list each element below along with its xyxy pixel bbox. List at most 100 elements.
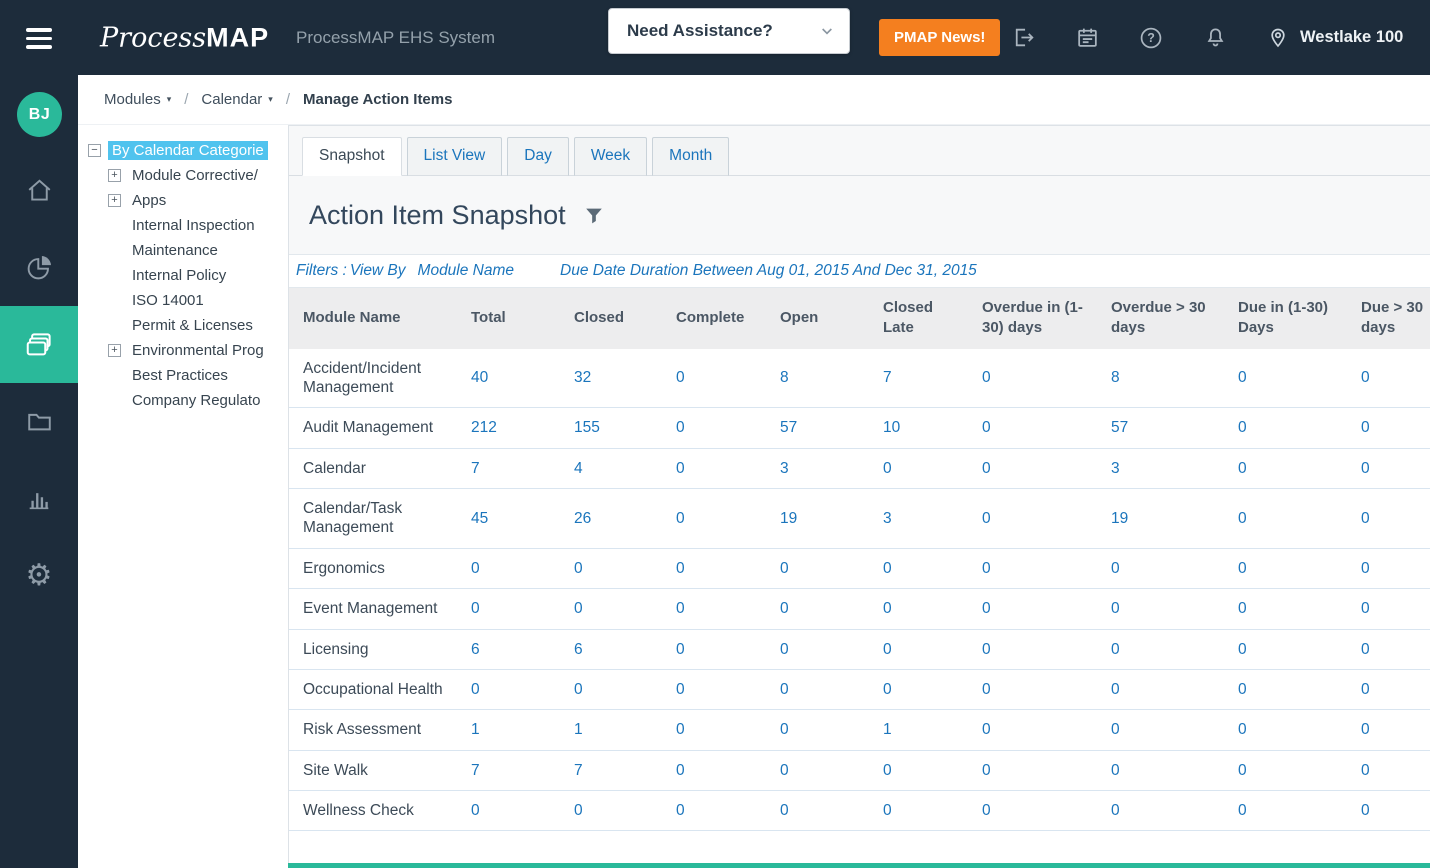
count-cell[interactable]: 0 [873,750,972,792]
tree-item-maintenance[interactable]: Maintenance [78,238,288,263]
count-cell[interactable]: 0 [564,669,666,711]
breadcrumb-calendar[interactable]: Calendar ▾ [201,91,272,108]
count-cell[interactable]: 8 [770,348,873,409]
count-cell[interactable]: 0 [564,548,666,590]
count-cell[interactable]: 0 [666,790,770,832]
filter-funnel-icon[interactable] [583,205,605,227]
count-cell[interactable]: 0 [461,790,564,832]
count-cell[interactable]: 0 [666,348,770,409]
tab-snapshot[interactable]: Snapshot [302,137,402,176]
count-cell[interactable]: 0 [972,750,1101,792]
count-cell[interactable]: 0 [873,588,972,630]
logout-icon[interactable] [1010,25,1036,51]
count-cell[interactable]: 7 [461,750,564,792]
tree-item-best-practices[interactable]: Best Practices [78,363,288,388]
count-cell[interactable]: 0 [666,709,770,751]
count-cell[interactable]: 0 [1101,669,1228,711]
count-cell[interactable]: 0 [1228,548,1351,590]
count-cell[interactable]: 0 [666,448,770,490]
count-cell[interactable]: 0 [1228,348,1351,409]
count-cell[interactable]: 0 [972,407,1101,449]
count-cell[interactable]: 0 [972,488,1101,549]
count-cell[interactable]: 3 [770,448,873,490]
count-cell[interactable]: 0 [1351,750,1430,792]
count-cell[interactable]: 0 [972,669,1101,711]
count-cell[interactable]: 0 [1101,790,1228,832]
count-cell[interactable]: 155 [564,407,666,449]
count-cell[interactable]: 19 [1101,488,1228,549]
tree-item-label[interactable]: Maintenance [128,241,222,260]
location-selector[interactable]: Westlake 100 [1266,26,1403,50]
collapse-icon[interactable]: − [88,144,101,157]
count-cell[interactable]: 3 [1101,448,1228,490]
count-cell[interactable]: 0 [770,709,873,751]
count-cell[interactable]: 0 [461,588,564,630]
tree-item-label[interactable]: Permit & Licenses [128,316,257,335]
count-cell[interactable]: 0 [972,709,1101,751]
count-cell[interactable]: 1 [564,709,666,751]
sidebar-item-documents[interactable] [0,383,78,460]
count-cell[interactable]: 0 [666,750,770,792]
tree-item-apps[interactable]: + Apps [78,188,288,213]
count-cell[interactable]: 0 [972,790,1101,832]
count-cell[interactable]: 0 [564,790,666,832]
count-cell[interactable]: 0 [1228,488,1351,549]
count-cell[interactable]: 0 [770,790,873,832]
count-cell[interactable]: 1 [873,709,972,751]
count-cell[interactable]: 4 [564,448,666,490]
tree-item-label[interactable]: Environmental Prog [128,341,268,360]
count-cell[interactable]: 57 [1101,407,1228,449]
count-cell[interactable]: 7 [873,348,972,409]
count-cell[interactable]: 0 [1101,548,1228,590]
count-cell[interactable]: 0 [666,488,770,549]
tree-item-internal-inspection[interactable]: Internal Inspection [78,213,288,238]
tree-item-label[interactable]: Apps [128,191,170,210]
count-cell[interactable]: 0 [873,629,972,670]
tree-item-by-calendar-categorie[interactable]: − By Calendar Categorie [78,138,288,163]
count-cell[interactable]: 0 [1228,669,1351,711]
tree-item-label[interactable]: Internal Inspection [128,216,259,235]
count-cell[interactable]: 0 [1228,790,1351,832]
menu-icon[interactable] [26,28,52,54]
count-cell[interactable]: 0 [666,629,770,670]
count-cell[interactable]: 1 [461,709,564,751]
count-cell[interactable]: 40 [461,348,564,409]
sidebar-item-home[interactable] [0,152,78,229]
count-cell[interactable]: 3 [873,488,972,549]
count-cell[interactable]: 0 [1351,488,1430,549]
count-cell[interactable]: 0 [972,448,1101,490]
tab-day[interactable]: Day [507,137,569,176]
count-cell[interactable]: 0 [1351,790,1430,832]
tab-month[interactable]: Month [652,137,730,176]
count-cell[interactable]: 0 [1351,548,1430,590]
count-cell[interactable]: 0 [1228,629,1351,670]
count-cell[interactable]: 0 [1228,709,1351,751]
processmap-logo[interactable]: ProcessMAP [100,22,269,53]
tree-item-module-corrective[interactable]: + Module Corrective/ [78,163,288,188]
count-cell[interactable]: 0 [1228,588,1351,630]
count-cell[interactable]: 0 [1101,750,1228,792]
expand-icon[interactable]: + [108,344,121,357]
count-cell[interactable]: 0 [873,790,972,832]
count-cell[interactable]: 0 [666,548,770,590]
avatar[interactable]: BJ [17,92,62,137]
count-cell[interactable]: 0 [1101,709,1228,751]
count-cell[interactable]: 0 [1351,348,1430,409]
count-cell[interactable]: 7 [564,750,666,792]
count-cell[interactable]: 45 [461,488,564,549]
expand-icon[interactable]: + [108,194,121,207]
count-cell[interactable]: 6 [461,629,564,670]
tree-item-label[interactable]: Module Corrective/ [128,166,262,185]
count-cell[interactable]: 0 [666,407,770,449]
count-cell[interactable]: 0 [461,548,564,590]
help-icon[interactable]: ? [1138,25,1164,51]
tree-item-environmental-prog[interactable]: + Environmental Prog [78,338,288,363]
tree-item-label[interactable]: Best Practices [128,366,232,385]
count-cell[interactable]: 6 [564,629,666,670]
expand-icon[interactable]: + [108,169,121,182]
breadcrumb-modules[interactable]: Modules ▾ [104,91,171,108]
calendar-icon[interactable] [1074,25,1100,51]
count-cell[interactable]: 0 [1228,407,1351,449]
count-cell[interactable]: 32 [564,348,666,409]
count-cell[interactable]: 19 [770,488,873,549]
